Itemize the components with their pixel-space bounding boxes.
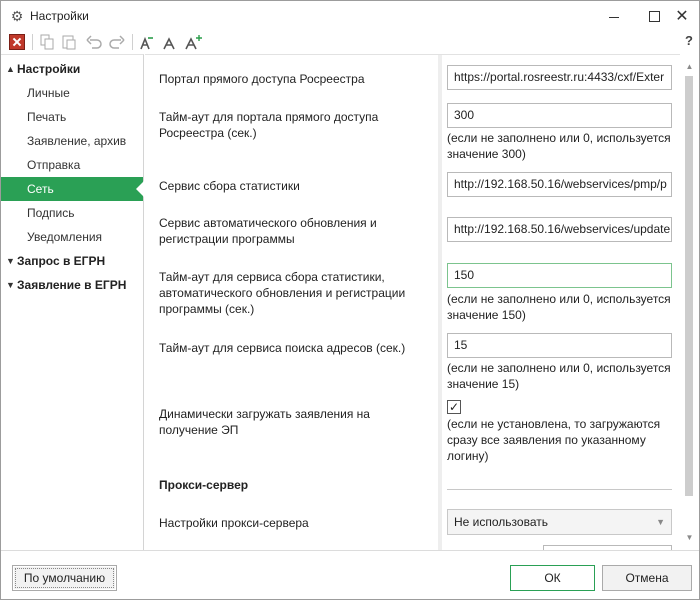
undo-icon xyxy=(86,35,102,49)
stats-timeout-label: Тайм-аут для сервиса сбора статистики, а… xyxy=(159,270,406,316)
toolbar-separator xyxy=(132,34,133,50)
update-service-label: Сервис автоматического обновления и реги… xyxy=(159,216,377,246)
copy-icon xyxy=(40,34,54,50)
portal-url-input[interactable]: https://portal.rosreestr.ru:4433/cxf/Ext… xyxy=(447,65,672,90)
address-timeout-hint: (если не заполнено или 0, используется з… xyxy=(447,361,671,391)
stats-service-input[interactable]: http://192.168.50.16/webservices/pmp/p xyxy=(447,172,672,197)
minimize-button[interactable] xyxy=(597,1,631,31)
close-icon: ✕ xyxy=(675,8,689,25)
redo-button[interactable] xyxy=(107,32,127,52)
chevron-down-icon: ▼ xyxy=(6,280,15,290)
dynamic-load-hint: (если не установлена, то загружаются сра… xyxy=(447,417,661,463)
section-divider xyxy=(447,489,672,490)
window-title: Настройки xyxy=(30,9,89,23)
restore-defaults-button[interactable]: По умолчанию xyxy=(12,565,117,591)
font-reset-button[interactable] xyxy=(159,32,179,52)
nav-group-settings[interactable]: ▲ Настройки xyxy=(1,57,143,81)
portal-timeout-input[interactable]: 300 xyxy=(447,103,672,128)
column-divider xyxy=(438,55,442,550)
minimize-icon xyxy=(609,16,619,18)
scroll-down-icon[interactable]: ▼ xyxy=(680,531,699,545)
title-bar: ⚙ Настройки ✕ xyxy=(1,1,699,31)
toolbar: ? xyxy=(1,31,699,53)
proxy-selected-value: Не использовать xyxy=(454,515,548,529)
chevron-down-icon: ▼ xyxy=(656,517,665,527)
stats-timeout-hint: (если не заполнено или 0, используется з… xyxy=(447,292,671,322)
nav-group-label: Запрос в ЕГРН xyxy=(17,254,106,268)
exit-icon xyxy=(9,34,25,50)
settings-sidebar: ▲ Настройки Личные Печать Заявление, арх… xyxy=(1,54,144,550)
cancel-button[interactable]: Отмена xyxy=(602,565,692,591)
chevron-up-icon: ▲ xyxy=(6,64,15,74)
scroll-up-icon[interactable]: ▲ xyxy=(680,60,699,74)
address-timeout-input[interactable]: 15 xyxy=(447,333,672,358)
checkmark-icon: ✓ xyxy=(448,400,460,414)
portal-timeout-label: Тайм-аут для портала прямого доступа Рос… xyxy=(159,110,379,140)
nav-group-egrn-request[interactable]: ▼ Запрос в ЕГРН xyxy=(1,249,143,273)
close-button[interactable]: ✕ xyxy=(665,1,699,31)
chevron-down-icon: ▼ xyxy=(6,256,15,266)
sidebar-item-notifications[interactable]: Уведомления xyxy=(1,225,143,249)
settings-window: ⚙ Настройки ✕ ? ▲ Настройки Личные Печат… xyxy=(0,0,700,600)
stats-timeout-input[interactable]: 150 xyxy=(447,263,672,288)
sidebar-item-application-archive[interactable]: Заявление, архив xyxy=(1,129,143,153)
maximize-icon xyxy=(648,10,660,22)
copy-button[interactable] xyxy=(37,32,57,52)
sidebar-item-signature[interactable]: Подпись xyxy=(1,201,143,225)
portal-timeout-hint: (если не заполнено или 0, используется з… xyxy=(447,131,671,161)
font-decrease-icon xyxy=(140,36,153,50)
undo-button[interactable] xyxy=(84,32,104,52)
update-service-input[interactable]: http://192.168.50.16/webservices/update xyxy=(447,217,672,242)
dynamic-load-checkbox[interactable]: ✓ xyxy=(447,400,461,414)
stats-service-label: Сервис сбора статистики xyxy=(159,179,300,193)
nav-group-label: Настройки xyxy=(17,62,81,76)
network-settings-panel: Портал прямого доступа Росреестра https:… xyxy=(145,54,680,550)
vertical-scrollbar[interactable]: ▲ ▼ xyxy=(680,54,699,550)
nav-group-egrn-application[interactable]: ▼ Заявление в ЕГРН xyxy=(1,273,143,297)
dialog-footer: По умолчанию ОК Отмена xyxy=(1,550,699,599)
paste-button[interactable] xyxy=(59,32,79,52)
help-button[interactable]: ? xyxy=(685,33,693,48)
scrollbar-thumb[interactable] xyxy=(685,76,693,496)
proxy-settings-label: Настройки прокси-сервера xyxy=(159,516,309,530)
paste-icon xyxy=(62,35,76,50)
proxy-section-heading: Прокси-сервер xyxy=(159,478,249,492)
dynamic-load-label: Динамически загружать заявления на получ… xyxy=(159,407,370,437)
ok-button[interactable]: ОК xyxy=(510,565,595,591)
font-increase-button[interactable] xyxy=(184,32,204,52)
font-decrease-button[interactable] xyxy=(137,32,157,52)
font-increase-icon xyxy=(185,35,202,50)
portal-label: Портал прямого доступа Росреестра xyxy=(159,72,365,86)
redo-icon xyxy=(109,35,125,49)
sidebar-item-sending[interactable]: Отправка xyxy=(1,153,143,177)
sidebar-item-network[interactable]: Сеть xyxy=(1,177,144,201)
gears-icon: ⚙ xyxy=(10,8,24,24)
address-timeout-label: Тайм-аут для сервиса поиска адресов (сек… xyxy=(159,341,406,355)
nav-group-label: Заявление в ЕГРН xyxy=(17,278,127,292)
proxy-settings-select[interactable]: Не использовать ▼ xyxy=(447,509,672,535)
sidebar-item-personal[interactable]: Личные xyxy=(1,81,143,105)
toolbar-separator xyxy=(32,34,33,50)
exit-button[interactable] xyxy=(7,32,27,52)
font-reset-icon xyxy=(163,37,175,50)
sidebar-item-print[interactable]: Печать xyxy=(1,105,143,129)
